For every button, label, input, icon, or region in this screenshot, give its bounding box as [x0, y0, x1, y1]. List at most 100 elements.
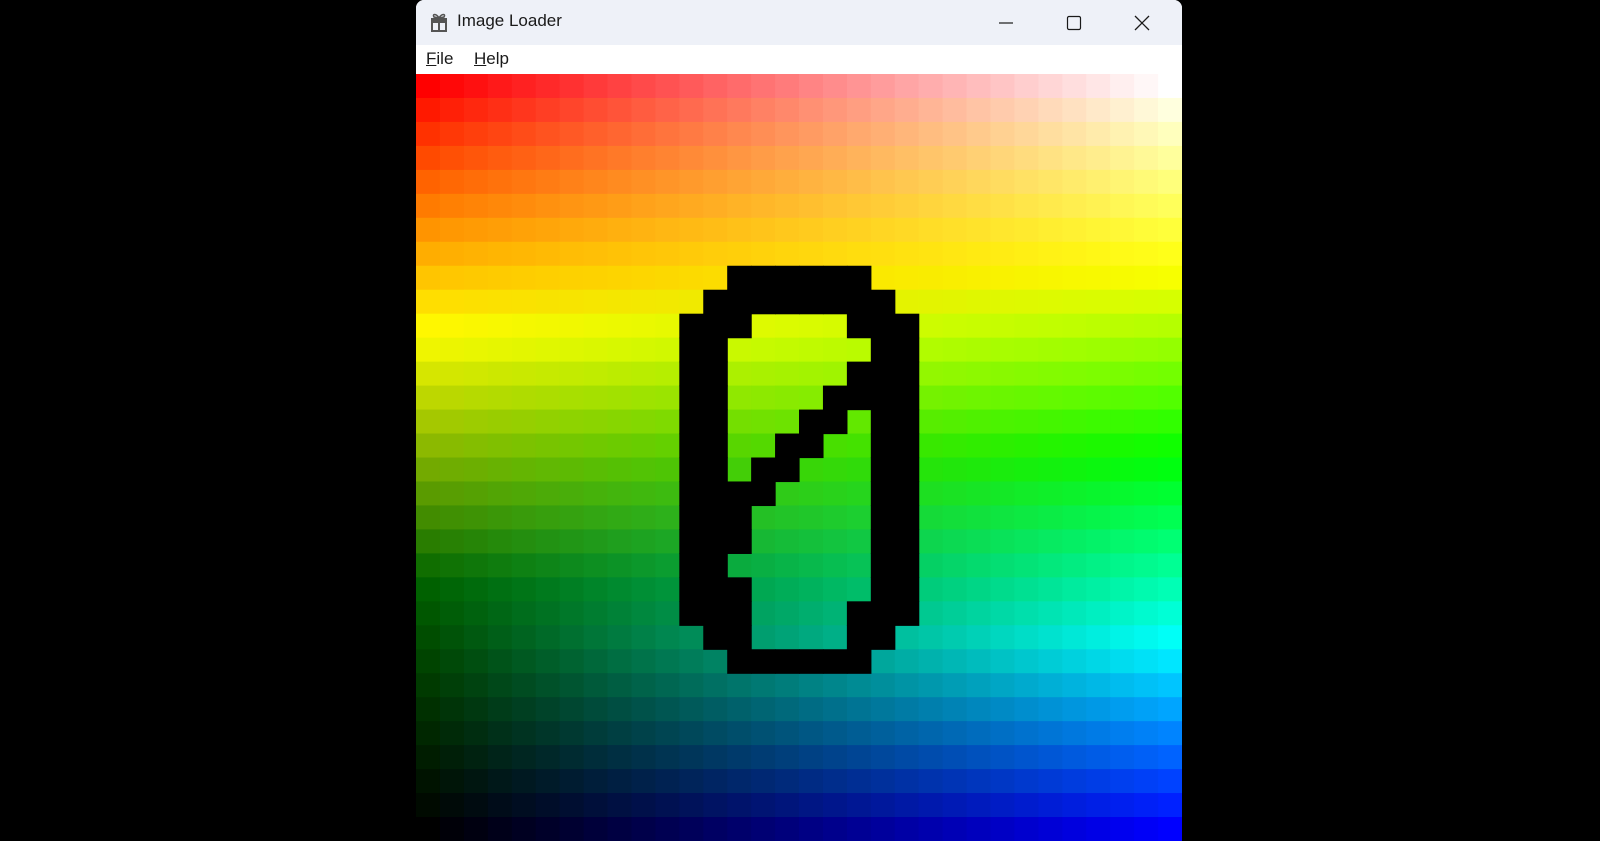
image-pixel	[679, 649, 704, 674]
image-pixel	[703, 74, 728, 99]
image-pixel	[990, 625, 1016, 650]
image-pixel	[966, 337, 992, 363]
image-pixel	[1086, 481, 1111, 507]
minimize-icon	[999, 21, 1013, 24]
image-pixel	[655, 169, 680, 195]
image-pixel	[416, 169, 441, 195]
glyph-pixel	[822, 289, 848, 315]
image-pixel	[655, 673, 680, 698]
image-pixel	[703, 721, 728, 746]
image-pixel	[559, 74, 585, 99]
image-pixel	[799, 481, 824, 507]
image-pixel	[559, 673, 585, 698]
image-pixel	[559, 289, 585, 315]
close-button[interactable]	[1108, 0, 1176, 45]
image-pixel	[1110, 625, 1135, 650]
image-pixel	[679, 265, 704, 291]
image-pixel	[559, 217, 585, 243]
glyph-pixel	[822, 649, 848, 674]
image-pixel	[1134, 289, 1159, 315]
image-pixel	[846, 433, 872, 459]
image-pixel	[416, 673, 441, 698]
image-pixel	[894, 169, 920, 195]
image-pixel	[799, 817, 824, 841]
image-pixel	[870, 265, 896, 291]
image-display	[416, 74, 1182, 841]
image-pixel	[487, 817, 513, 841]
image-pixel	[655, 385, 680, 411]
image-pixel	[1038, 217, 1063, 243]
image-pixel	[511, 481, 537, 507]
image-pixel	[631, 337, 656, 363]
image-pixel	[439, 505, 465, 531]
image-pixel	[631, 217, 656, 243]
image-pixel	[846, 577, 872, 602]
image-pixel	[559, 697, 585, 722]
image-pixel	[511, 553, 537, 578]
image-pixel	[535, 529, 561, 554]
image-pixel	[918, 697, 944, 722]
menu-help[interactable]: Help	[472, 49, 511, 69]
image-pixel	[1014, 313, 1039, 339]
image-pixel	[966, 169, 992, 195]
image-pixel	[1038, 289, 1063, 315]
glyph-pixel	[727, 313, 752, 339]
image-pixel	[1110, 145, 1135, 171]
image-pixel	[799, 529, 824, 554]
image-pixel	[559, 721, 585, 746]
image-pixel	[1110, 241, 1135, 267]
glyph-pixel	[727, 529, 752, 554]
image-pixel	[751, 673, 776, 698]
image-pixel	[1110, 745, 1135, 770]
image-pixel	[822, 481, 848, 507]
glyph-pixel	[703, 505, 728, 531]
image-pixel	[631, 577, 656, 602]
image-pixel	[1062, 265, 1087, 291]
image-pixel	[703, 217, 728, 243]
image-pixel	[1014, 265, 1039, 291]
image-pixel	[822, 601, 848, 626]
image-pixel	[655, 649, 680, 674]
glyph-pixel	[727, 649, 752, 674]
image-pixel	[463, 481, 489, 507]
image-pixel	[799, 697, 824, 722]
image-pixel	[1038, 97, 1063, 123]
image-pixel	[535, 361, 561, 387]
image-pixel	[679, 74, 704, 99]
glyph-pixel	[894, 385, 920, 411]
image-pixel	[846, 217, 872, 243]
glyph-pixel	[751, 457, 776, 483]
image-pixel	[942, 745, 968, 770]
image-pixel	[583, 793, 609, 818]
image-pixel	[1110, 505, 1135, 531]
image-pixel	[416, 97, 441, 123]
image-pixel	[1134, 241, 1159, 267]
image-pixel	[799, 769, 824, 794]
image-pixel	[1038, 601, 1063, 626]
image-pixel	[583, 361, 609, 387]
maximize-button[interactable]	[1040, 0, 1108, 45]
image-pixel	[463, 649, 489, 674]
minimize-button[interactable]	[972, 0, 1040, 45]
image-pixel	[799, 121, 824, 147]
image-pixel	[1014, 169, 1039, 195]
title-bar[interactable]: Image Loader	[416, 0, 1182, 45]
image-pixel	[655, 97, 680, 123]
glyph-pixel	[894, 577, 920, 602]
image-pixel	[439, 361, 465, 387]
image-pixel	[918, 74, 944, 99]
menu-file[interactable]: File	[424, 49, 455, 69]
image-pixel	[703, 673, 728, 698]
image-pixel	[631, 769, 656, 794]
image-pixel	[1134, 385, 1159, 411]
image-pixel	[870, 697, 896, 722]
image-pixel	[463, 433, 489, 459]
image-pixel	[751, 121, 776, 147]
image-pixel	[583, 217, 609, 243]
image-pixel	[1134, 481, 1159, 507]
image-pixel	[966, 553, 992, 578]
image-pixel	[1110, 457, 1135, 483]
glyph-pixel	[679, 361, 704, 387]
image-pixel	[511, 265, 537, 291]
image-pixel	[1038, 697, 1063, 722]
